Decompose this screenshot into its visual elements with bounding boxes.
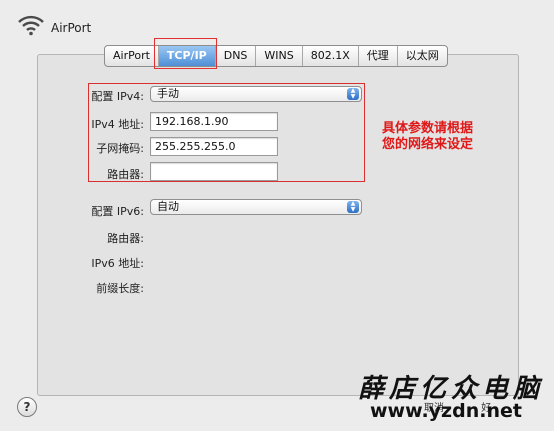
configure-ipv4-value: 手动 — [157, 87, 179, 100]
configure-ipv4-label: 配置 IPv4: — [91, 90, 144, 103]
ipv4-address-field[interactable]: 192.168.1.90 — [150, 112, 278, 131]
tab-wins[interactable]: WINS — [256, 46, 303, 66]
wifi-icon — [18, 15, 44, 36]
ipv4-address-label: IPv4 地址: — [91, 118, 144, 131]
window-title: AirPort — [51, 21, 92, 35]
tab-airport[interactable]: AirPort — [105, 46, 159, 66]
ipv6-address-label: IPv6 地址: — [91, 257, 144, 270]
tab-proxy[interactable]: 代理 — [359, 46, 398, 66]
configure-ipv4-select[interactable]: 手动 ▲ ▼ — [150, 86, 362, 102]
updown-arrows-icon: ▲ ▼ — [347, 201, 359, 213]
annotation-line-1: 具体参数请根据 — [382, 121, 474, 136]
router-label: 路由器: — [107, 168, 144, 181]
configure-ipv6-select[interactable]: 自动 ▲ ▼ — [150, 199, 362, 215]
prefix-length-label: 前缀长度: — [96, 282, 144, 295]
annotation-line-2: 您的网络来设定 — [382, 137, 474, 152]
title-bar: AirPort — [0, 0, 554, 40]
tab-highlight-box — [154, 38, 217, 69]
router-field[interactable] — [150, 162, 278, 181]
subnet-mask-label: 子网掩码: — [96, 142, 144, 155]
help-icon[interactable]: ? — [17, 397, 37, 417]
configure-ipv6-value: 自动 — [157, 200, 179, 213]
tab-ethernet[interactable]: 以太网 — [398, 46, 447, 66]
tab-8021x[interactable]: 802.1X — [303, 46, 359, 66]
subnet-mask-field[interactable]: 255.255.255.0 — [150, 137, 278, 156]
watermark-url: www.yzdn.net — [370, 400, 522, 422]
configure-ipv6-label: 配置 IPv6: — [91, 205, 144, 218]
tab-dns[interactable]: DNS — [216, 46, 257, 66]
ipv6-router-label: 路由器: — [107, 232, 144, 245]
updown-arrows-icon: ▲ ▼ — [347, 88, 359, 100]
annotation-note: 具体参数请根据 您的网络来设定 — [382, 121, 473, 153]
